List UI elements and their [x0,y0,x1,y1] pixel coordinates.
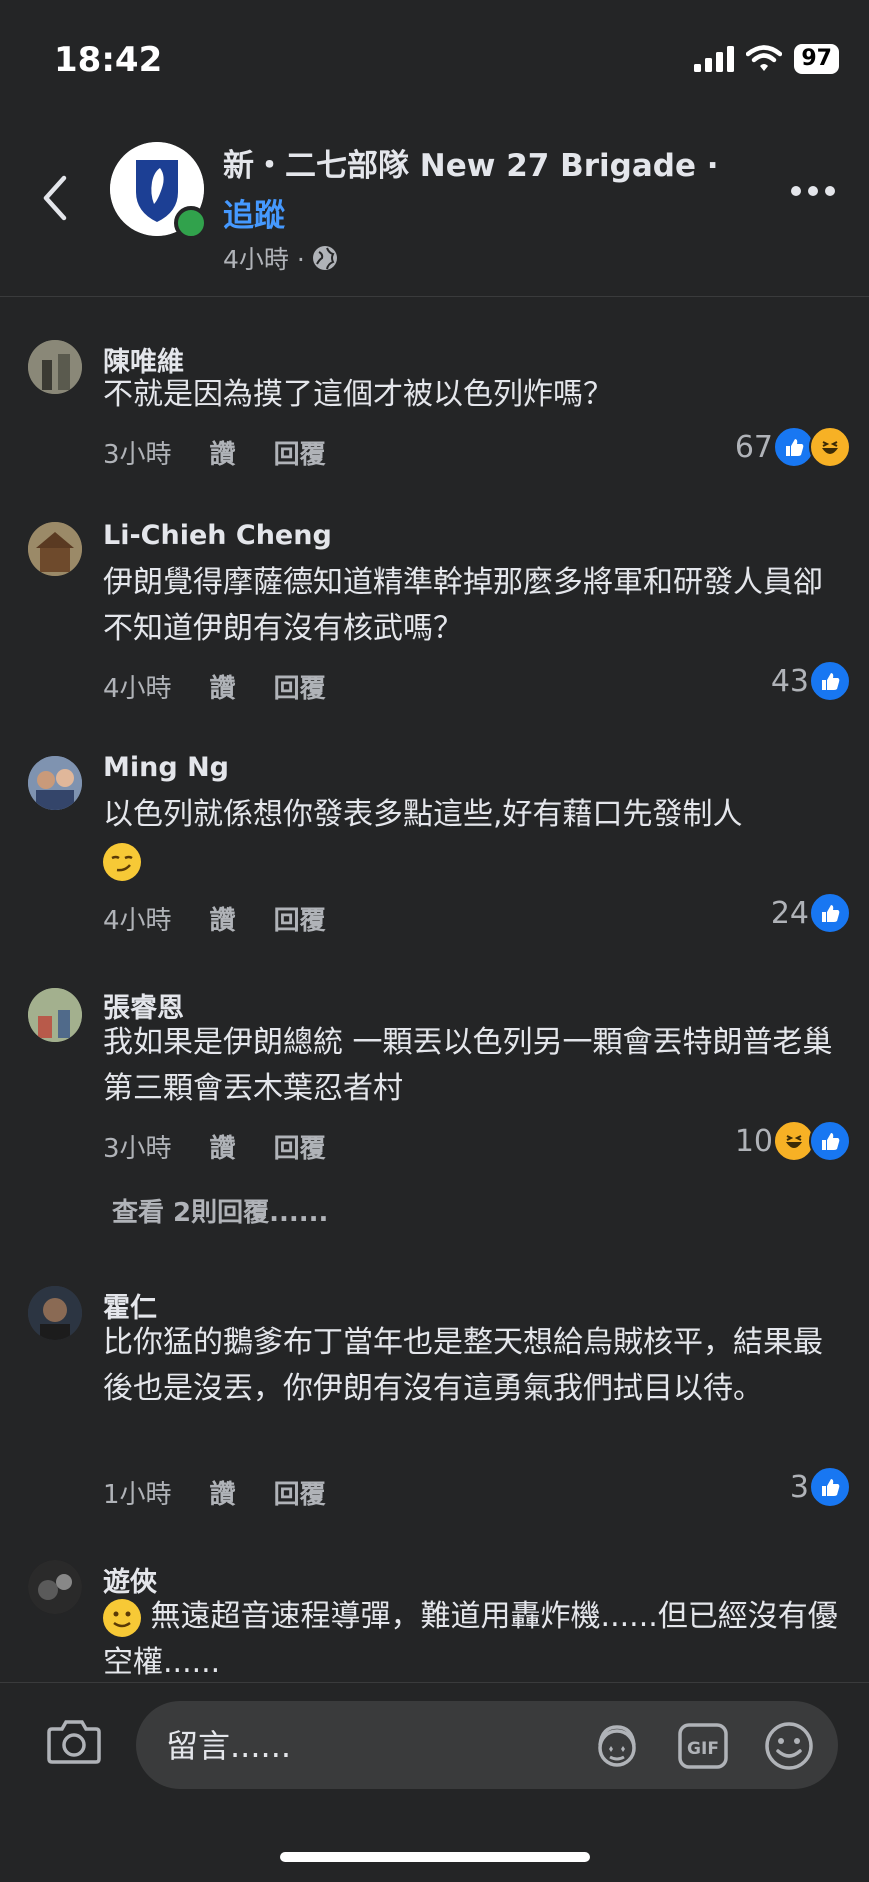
commenter-name[interactable]: Li-Chieh Cheng [103,520,332,551]
comment-time: 4小時 [103,906,172,936]
avatar-sticker-icon[interactable] [590,1719,644,1773]
like-button[interactable]: 讚 [210,668,236,705]
globe-icon [312,246,337,270]
comment-actions: 3小時 讚 回覆 [103,1128,326,1165]
comment-text-body: 以色列就係想你發表多點這些,好有藉口先發制人 [103,797,743,832]
like-button[interactable]: 讚 [210,1128,236,1165]
comment-input-container[interactable]: GIF [136,1701,838,1791]
commenter-avatar[interactable] [28,988,82,1042]
reply-button[interactable]: 回覆 [274,1128,326,1165]
more-icon[interactable] [791,186,835,196]
emoji-icon[interactable] [762,1719,816,1773]
reply-button[interactable]: 回覆 [274,900,326,937]
status-time: 18:42 [54,40,163,80]
battery-indicator: 97 [794,44,839,74]
comment-actions: 3小時 讚 回覆 [103,434,326,471]
post-meta: 4小時 · [223,240,339,276]
back-icon[interactable] [36,168,76,228]
like-reaction-icon [809,660,851,702]
gif-icon[interactable]: GIF [676,1719,730,1773]
online-status-dot [174,206,208,240]
comment-input[interactable] [164,1701,588,1791]
reaction-count: 24 [770,895,809,931]
reply-button[interactable]: 回覆 [274,1474,326,1511]
commenter-avatar[interactable] [28,756,82,810]
reaction-summary[interactable]: 3 [790,1466,851,1508]
commenter-avatar[interactable] [28,1560,82,1614]
smile-emoji-icon [103,1598,141,1637]
bottom-bar [0,1800,869,1882]
comment-time: 3小時 [103,1134,172,1164]
commenter-avatar[interactable] [28,340,82,394]
comment-text: 不就是因為摸了這個才被以色列炸嗎？ [103,377,613,412]
like-reaction-icon [809,1466,851,1508]
signal-icon [694,46,735,72]
comment-text: 我如果是伊朗總統 一顆丟以色列另一顆會丟特朗普老巢 第三顆會丟木葉忍者村 [103,1025,833,1106]
comment-text: 伊朗覺得摩薩德知道精準幹掉那麼多將軍和研發人員卻不知道伊朗有沒有核武嗎？ [103,565,823,646]
commenter-name[interactable]: Ming Ng [103,752,229,783]
commenter-avatar[interactable] [28,522,82,576]
comment-text-body: 無遠超音速程導彈，難道用轟炸機......但已經沒有優空權...... [103,1599,838,1680]
smirk-emoji-icon [103,842,141,881]
like-button[interactable]: 讚 [210,900,236,937]
comment-text: 以色列就係想你發表多點這些,好有藉口先發制人 [103,792,838,884]
comment-time: 1小時 [103,1480,172,1510]
comment-actions: 4小時 讚 回覆 [103,900,326,937]
comment-text: 無遠超音速程導彈，難道用轟炸機......但已經沒有優空權...... [103,1594,838,1686]
post-time: 4小時 · [223,245,305,274]
reaction-summary[interactable]: 43 [771,660,851,702]
comment-time: 4小時 [103,674,172,704]
like-button[interactable]: 讚 [210,434,236,471]
status-bar: 18:42 97 [0,0,869,110]
comment-time: 3小時 [103,440,172,470]
haha-reaction-icon [809,426,851,468]
comment-composer: GIF [0,1682,869,1801]
camera-icon[interactable] [46,1717,102,1765]
reaction-summary[interactable]: 10 [735,1120,851,1162]
home-indicator[interactable] [280,1852,590,1862]
svg-text:GIF: GIF [687,1739,719,1759]
comment-text: 比你猛的鵝爹布丁當年也是整天想給烏賊核平，結果最後也是沒丟，你伊朗有沒有這勇氣我… [103,1325,823,1406]
follow-button[interactable]: 追蹤 [223,190,285,235]
reply-button[interactable]: 回覆 [274,668,326,705]
reaction-count: 43 [770,663,809,699]
page-name[interactable]: 新・二七部隊 New 27 Brigade · [223,140,719,185]
status-icons: 97 [694,44,839,74]
like-button[interactable]: 讚 [210,1474,236,1511]
like-reaction-icon [809,1120,851,1162]
wifi-icon [746,45,783,71]
comment-actions: 4小時 讚 回覆 [103,668,326,705]
reaction-count: 3 [789,1469,809,1505]
commenter-avatar[interactable] [28,1286,82,1340]
comment-actions: 1小時 讚 回覆 [103,1474,326,1511]
reaction-count: 10 [734,1123,773,1159]
reaction-count: 67 [734,429,773,465]
like-reaction-icon [809,892,851,934]
view-replies-link[interactable]: 查看 2則回覆...... [112,1192,328,1229]
reaction-summary[interactable]: 24 [771,892,851,934]
post-header: 新・二七部隊 New 27 Brigade · 追蹤 4小時 · [0,120,869,297]
reply-button[interactable]: 回覆 [274,434,326,471]
reaction-summary[interactable]: 67 [735,426,851,468]
